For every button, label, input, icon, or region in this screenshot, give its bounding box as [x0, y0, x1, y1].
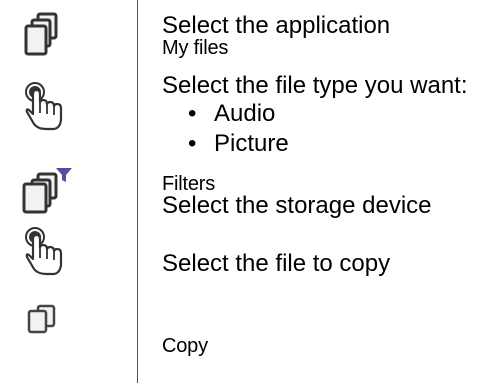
copy-icon	[26, 304, 62, 334]
step1-app-name: My files	[162, 37, 229, 59]
stacked-files-icon	[24, 12, 64, 56]
list-item-label: Picture	[214, 130, 289, 157]
step3-instruction: Select the storage device	[162, 192, 432, 219]
bullet-icon: •	[188, 100, 197, 127]
files-filter-icon	[22, 166, 76, 214]
step4-instruction: Select the file to copy	[162, 250, 391, 277]
bullet-icon: •	[188, 130, 197, 157]
list-item: • Picture	[188, 131, 289, 157]
column-divider	[137, 0, 138, 383]
tap-gesture-icon	[24, 82, 66, 132]
list-item-label: Audio	[214, 100, 276, 127]
step5-copy-label: Copy	[162, 335, 208, 357]
list-item: • Audio	[188, 101, 275, 127]
tap-gesture-icon	[24, 227, 66, 277]
step2-instruction: Select the file type you want:	[162, 72, 468, 99]
